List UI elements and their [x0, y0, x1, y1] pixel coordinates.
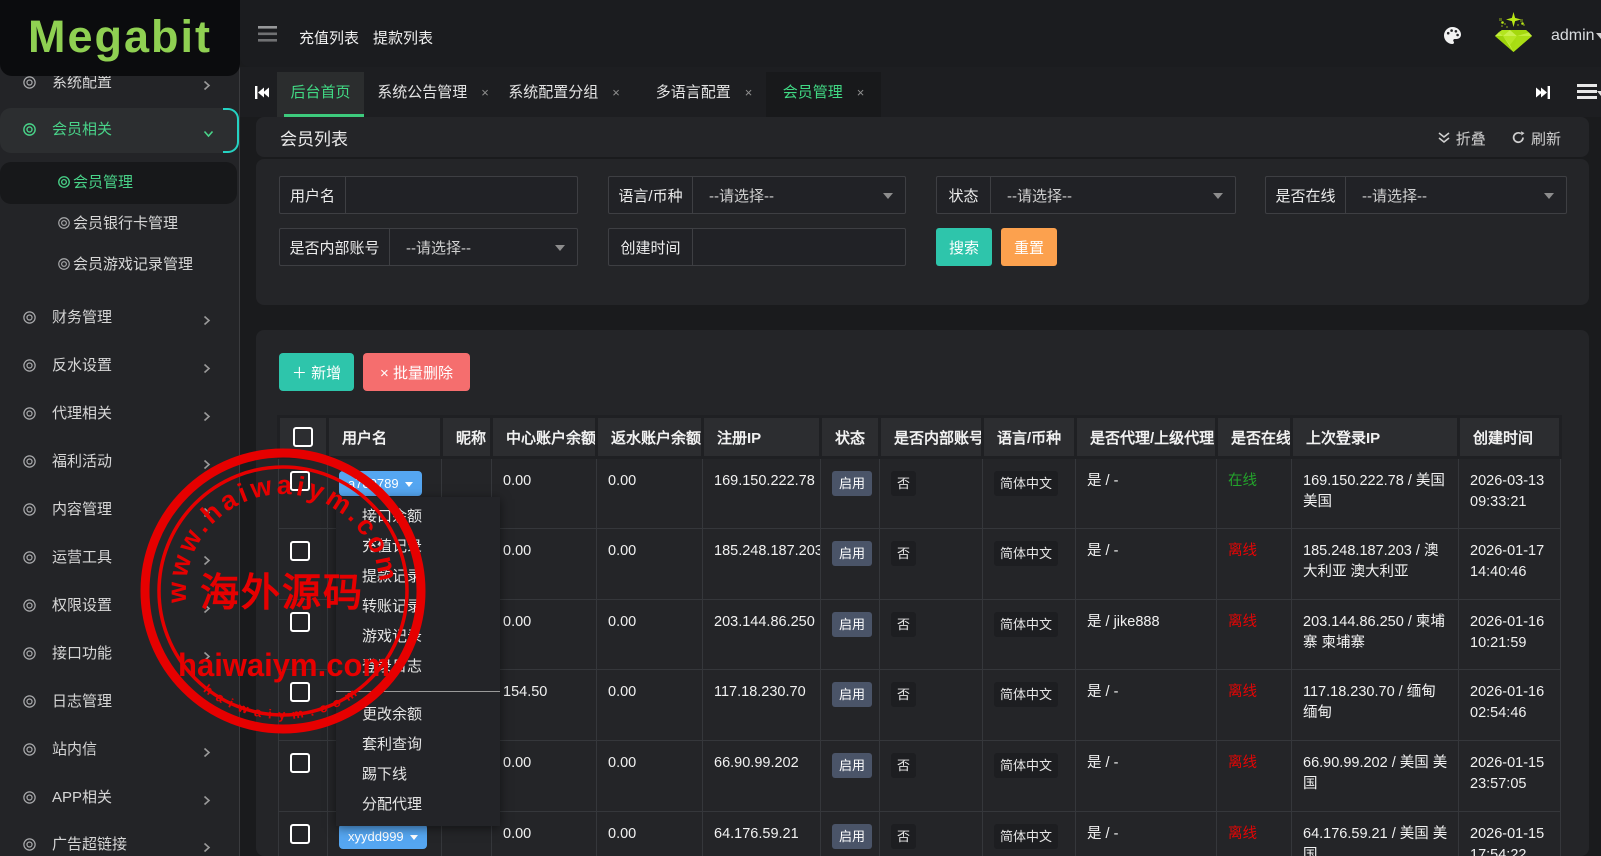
svg-text:海外源码: 海外源码	[200, 572, 364, 615]
svg-text:haiwaiym.com: haiwaiym.com	[178, 647, 390, 683]
